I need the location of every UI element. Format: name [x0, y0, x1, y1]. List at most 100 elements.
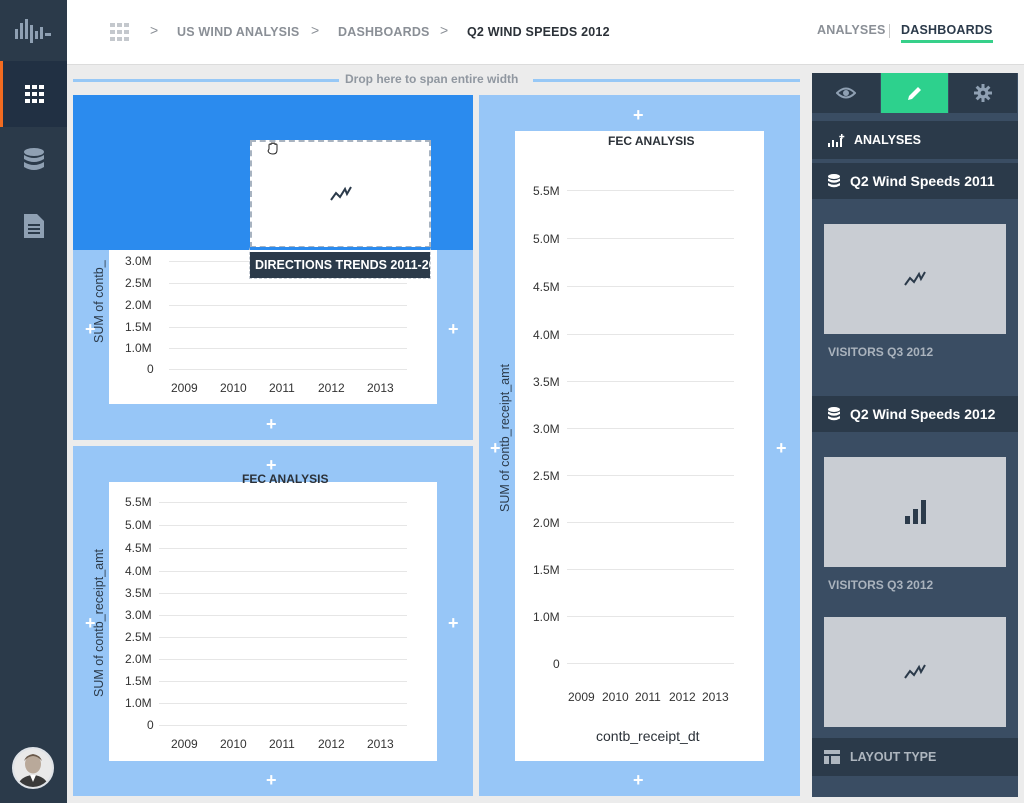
analyses-header-label: ANALYSES — [854, 133, 921, 147]
tab-settings[interactable] — [949, 73, 1019, 113]
analysis-group-2011[interactable]: Q2 Wind Speeds 2011 — [812, 163, 1018, 199]
gridline — [567, 428, 734, 429]
analysis-thumbnail[interactable] — [824, 224, 1006, 334]
gridline — [159, 659, 407, 660]
sidebar-item-data[interactable] — [0, 127, 67, 193]
x-tick: 2009 — [171, 381, 198, 395]
x-tick: 2011 — [269, 737, 295, 751]
gridline — [567, 286, 734, 287]
y-tick: 5.0M — [533, 232, 560, 246]
x-tick: 2012 — [318, 737, 345, 751]
gridline — [159, 681, 407, 682]
gridline — [169, 305, 407, 306]
document-icon — [23, 214, 44, 238]
tab-preview[interactable] — [812, 73, 881, 113]
sidebar-item-dashboards[interactable] — [0, 61, 67, 127]
add-below-button[interactable]: + — [633, 771, 644, 789]
analysis-thumbnail[interactable] — [824, 617, 1006, 727]
gridline — [159, 502, 407, 503]
x-tick: 2010 — [220, 381, 247, 395]
analysis-thumbnail-label: VISITORS Q3 2012 — [828, 345, 934, 359]
add-left-button[interactable]: + — [85, 320, 96, 338]
y-tick: 4.5M — [533, 280, 560, 294]
gridline — [159, 548, 407, 549]
x-tick: 2009 — [568, 690, 595, 704]
y-tick: 0 — [553, 657, 560, 671]
y-tick: 1.5M — [125, 674, 152, 688]
analysis-thumbnail[interactable] — [824, 457, 1006, 567]
gridline — [567, 190, 734, 191]
gridline — [159, 571, 407, 572]
drop-line-left — [73, 79, 339, 82]
y-tick: 5.0M — [125, 518, 152, 532]
bar-chart-icon — [905, 500, 926, 524]
breadcrumb-current: Q2 WIND SPEEDS 2012 — [467, 25, 610, 39]
y-tick: 0 — [147, 362, 154, 376]
add-right-button[interactable]: + — [448, 320, 459, 338]
tab-edit[interactable] — [880, 73, 950, 113]
grid-icon — [25, 85, 44, 103]
x-axis-label: contb_receipt_dt — [596, 728, 700, 744]
chart-2: FEC ANALYSIS 5.5M 5.0M 4.5M 4.0M 3.5M 3.… — [109, 472, 437, 761]
x-tick: 2010 — [602, 690, 629, 704]
breadcrumb-separator: > — [311, 22, 320, 38]
gridline — [567, 522, 734, 523]
add-right-button[interactable]: + — [776, 439, 787, 457]
line-chart-icon — [904, 271, 926, 286]
gear-icon — [974, 84, 993, 102]
y-tick: 1.5M — [533, 563, 560, 577]
gridline — [159, 615, 407, 616]
add-left-button[interactable]: + — [85, 614, 96, 632]
x-tick: 2013 — [367, 381, 394, 395]
drag-ghost-label: DIRECTIONS TRENDS 2011-20 — [250, 252, 430, 278]
drop-hint: Drop here to span entire width — [345, 72, 519, 86]
add-below-button[interactable]: + — [266, 415, 277, 433]
line-chart-icon — [329, 186, 352, 201]
y-tick: 3.5M — [125, 586, 152, 600]
y-tick: 2.5M — [125, 630, 152, 644]
gridline — [567, 569, 734, 570]
chart-title: FEC ANALYSIS — [242, 472, 329, 486]
gridline — [169, 327, 407, 328]
add-below-button[interactable]: + — [266, 771, 277, 789]
breadcrumb-item-us-wind-analysis[interactable]: US WIND ANALYSIS — [177, 25, 299, 39]
x-tick: 2012 — [669, 690, 696, 704]
database-icon — [828, 174, 840, 188]
avatar[interactable] — [12, 747, 54, 789]
y-tick: 3.0M — [533, 422, 560, 436]
right-panel-tabs — [812, 73, 1019, 113]
y-tick: 4.0M — [533, 328, 560, 342]
analyses-header: ANALYSES — [812, 121, 1018, 159]
apps-grid-icon[interactable] — [110, 23, 130, 46]
gridline — [567, 475, 734, 476]
y-tick: 2.0M — [533, 516, 560, 530]
line-chart-icon — [904, 664, 926, 679]
breadcrumb-item-dashboards[interactable]: DASHBOARDS — [338, 25, 430, 39]
layout-type-label: LAYOUT TYPE — [850, 750, 937, 764]
add-left-button[interactable]: + — [490, 439, 501, 457]
database-icon — [828, 407, 840, 421]
add-above-button[interactable]: + — [633, 106, 644, 124]
gridline — [567, 663, 734, 664]
gridline — [169, 369, 407, 370]
add-right-button[interactable]: + — [448, 614, 459, 632]
y-tick: 3.0M — [125, 254, 152, 268]
gridline — [159, 525, 407, 526]
gridline — [567, 381, 734, 382]
y-tick: 1.5M — [125, 320, 152, 334]
sidebar-item-documents[interactable] — [0, 193, 67, 259]
analysis-group-2012[interactable]: Q2 Wind Speeds 2012 — [812, 396, 1018, 432]
analysis-group-title: Q2 Wind Speeds 2012 — [850, 406, 996, 422]
pencil-icon — [907, 87, 921, 100]
gridline — [567, 616, 734, 617]
nav-dashboards[interactable]: DASHBOARDS — [901, 23, 993, 43]
layout-type-section[interactable]: LAYOUT TYPE — [812, 738, 1018, 776]
chart-3: FEC ANALYSIS 5.5M 5.0M 4.5M 4.0M 3.5M 3.… — [515, 131, 764, 761]
y-tick: 2.0M — [125, 298, 152, 312]
analysis-group-title: Q2 Wind Speeds 2011 — [850, 173, 995, 189]
database-icon — [23, 148, 44, 170]
app-logo-icon[interactable] — [0, 0, 67, 60]
x-tick: 2011 — [269, 381, 295, 395]
nav-analyses[interactable]: ANALYSES — [817, 23, 886, 37]
drop-zone-full-width[interactable]: Drop here to span entire width — [73, 70, 800, 90]
